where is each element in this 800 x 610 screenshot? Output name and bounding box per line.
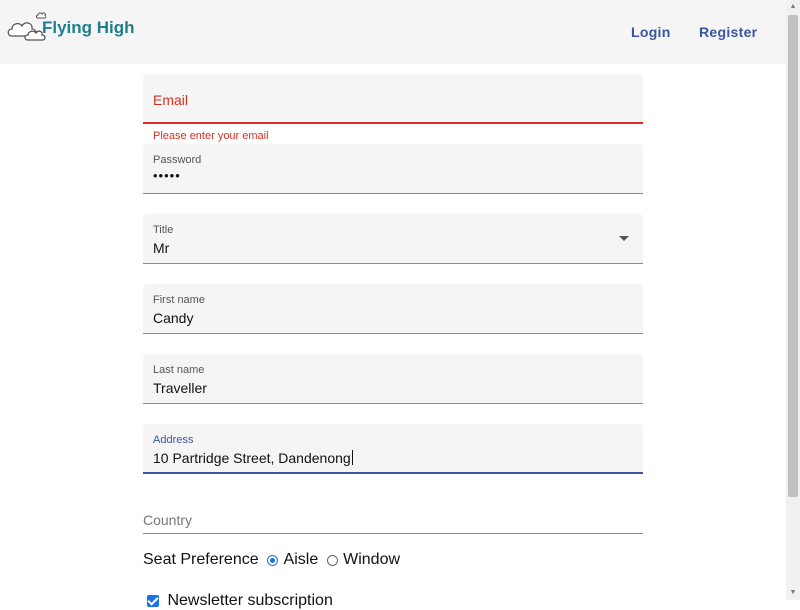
password-field[interactable]: Password ••••• (143, 144, 643, 194)
register-link[interactable]: Register (699, 24, 757, 40)
password-value: ••••• (153, 168, 181, 183)
aisle-radio[interactable] (267, 554, 279, 566)
title-select[interactable]: Title Mr (143, 214, 643, 264)
title-label: Title (153, 224, 174, 236)
vertical-scrollbar[interactable]: ▲ ▼ (786, 0, 800, 600)
last-name-value: Traveller (153, 380, 207, 396)
logo[interactable]: Flying High (6, 10, 146, 44)
country-field[interactable]: Country (143, 510, 643, 534)
email-label: Email (153, 92, 189, 108)
first-name-value: Candy (153, 310, 194, 326)
password-label: Password (153, 154, 202, 166)
cloud-logo-icon (7, 12, 46, 41)
email-field[interactable]: Email (143, 74, 643, 124)
seat-preference-group: Seat Preference Aisle Window (143, 551, 443, 573)
newsletter-checkbox[interactable] (147, 594, 159, 607)
aisle-label[interactable]: Aisle (284, 551, 319, 568)
newsletter-row: Newsletter subscription (147, 592, 333, 610)
seat-preference-label: Seat Preference (143, 551, 259, 568)
address-input-line: 10 Partridge Street, Dandenong (153, 450, 353, 466)
last-name-field[interactable]: Last name Traveller (143, 354, 643, 404)
text-caret (351, 450, 353, 465)
select-arrow-icon[interactable] (619, 236, 629, 241)
top-bar: Flying High Login Register (0, 0, 786, 64)
last-name-label: Last name (153, 364, 205, 376)
scroll-thumb[interactable] (788, 15, 798, 497)
newsletter-label[interactable]: Newsletter subscription (167, 592, 332, 609)
logo-text: Flying High (42, 18, 135, 37)
address-value: 10 Partridge Street, Dandenong (153, 450, 351, 466)
email-error-message: Please enter your email (153, 130, 269, 142)
address-field[interactable]: Address 10 Partridge Street, Dandenong (143, 424, 643, 474)
window-label[interactable]: Window (343, 551, 400, 568)
title-value: Mr (153, 240, 170, 256)
country-label: Country (143, 512, 193, 528)
scroll-down-arrow-icon[interactable]: ▼ (786, 586, 800, 600)
first-name-label: First name (153, 294, 205, 306)
scroll-up-arrow-icon[interactable]: ▲ (786, 0, 800, 14)
login-link[interactable]: Login (631, 24, 671, 40)
window-radio[interactable] (326, 554, 338, 566)
first-name-field[interactable]: First name Candy (143, 284, 643, 334)
address-label: Address (153, 434, 194, 446)
